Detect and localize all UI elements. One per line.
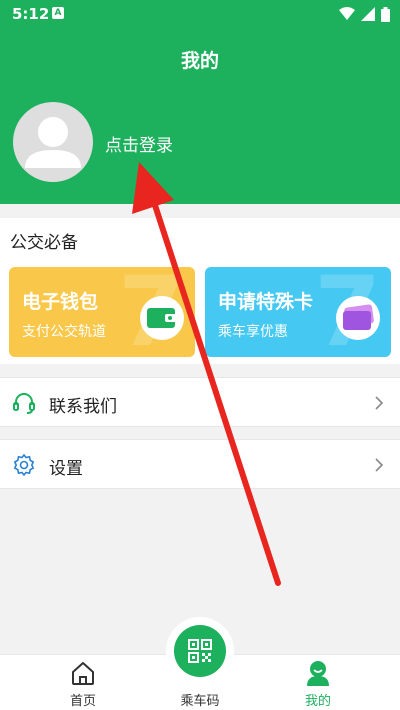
profile-header: 我的 点击登录 xyxy=(0,28,400,204)
avatar[interactable] xyxy=(13,102,93,182)
section-title: 公交必备 xyxy=(10,233,78,253)
special-card-application[interactable]: 7 申请特殊卡 乘车享优惠 xyxy=(205,267,391,357)
qr-code-icon xyxy=(188,639,212,663)
tab-mine[interactable]: 我的 xyxy=(268,655,368,710)
battery-icon xyxy=(381,6,390,22)
notification-badge: A xyxy=(52,7,64,19)
tab-label: 乘车码 xyxy=(180,694,220,709)
card-subtitle: 支付公交轨道 xyxy=(22,324,106,340)
card-title: 电子钱包 xyxy=(22,291,99,313)
login-link[interactable]: 点击登录 xyxy=(105,131,173,156)
chevron-right-icon xyxy=(375,458,384,472)
signal-icon xyxy=(361,7,375,21)
status-icons xyxy=(339,6,390,22)
row-label: 联系我们 xyxy=(49,397,117,417)
bus-essentials-section: 公交必备 7 电子钱包 支付公交轨道 7 申请特殊卡 乘车享优惠 xyxy=(0,218,400,364)
gear-icon xyxy=(13,453,35,477)
card-subtitle: 乘车享优惠 xyxy=(218,324,288,340)
row-label: 设置 xyxy=(49,459,83,479)
user-avatar-icon xyxy=(25,117,81,168)
home-icon xyxy=(72,662,94,685)
status-bar: 5:12 A xyxy=(0,0,400,28)
status-time: 5:12 xyxy=(12,5,50,23)
tab-label: 我的 xyxy=(304,694,331,709)
wifi-icon xyxy=(339,7,355,20)
contact-us-row[interactable]: 联系我们 xyxy=(0,377,400,427)
settings-row[interactable]: 设置 xyxy=(0,439,400,489)
person-icon xyxy=(307,661,329,686)
card-title: 申请特殊卡 xyxy=(218,291,314,313)
wallet-icon xyxy=(140,296,184,340)
chevron-right-icon xyxy=(375,396,384,410)
card-icon xyxy=(336,296,380,340)
page-title: 我的 xyxy=(180,50,219,72)
headset-icon xyxy=(13,393,35,414)
tab-home[interactable]: 首页 xyxy=(33,655,133,710)
tab-label: 首页 xyxy=(69,694,96,709)
e-wallet-card[interactable]: 7 电子钱包 支付公交轨道 xyxy=(9,267,195,357)
